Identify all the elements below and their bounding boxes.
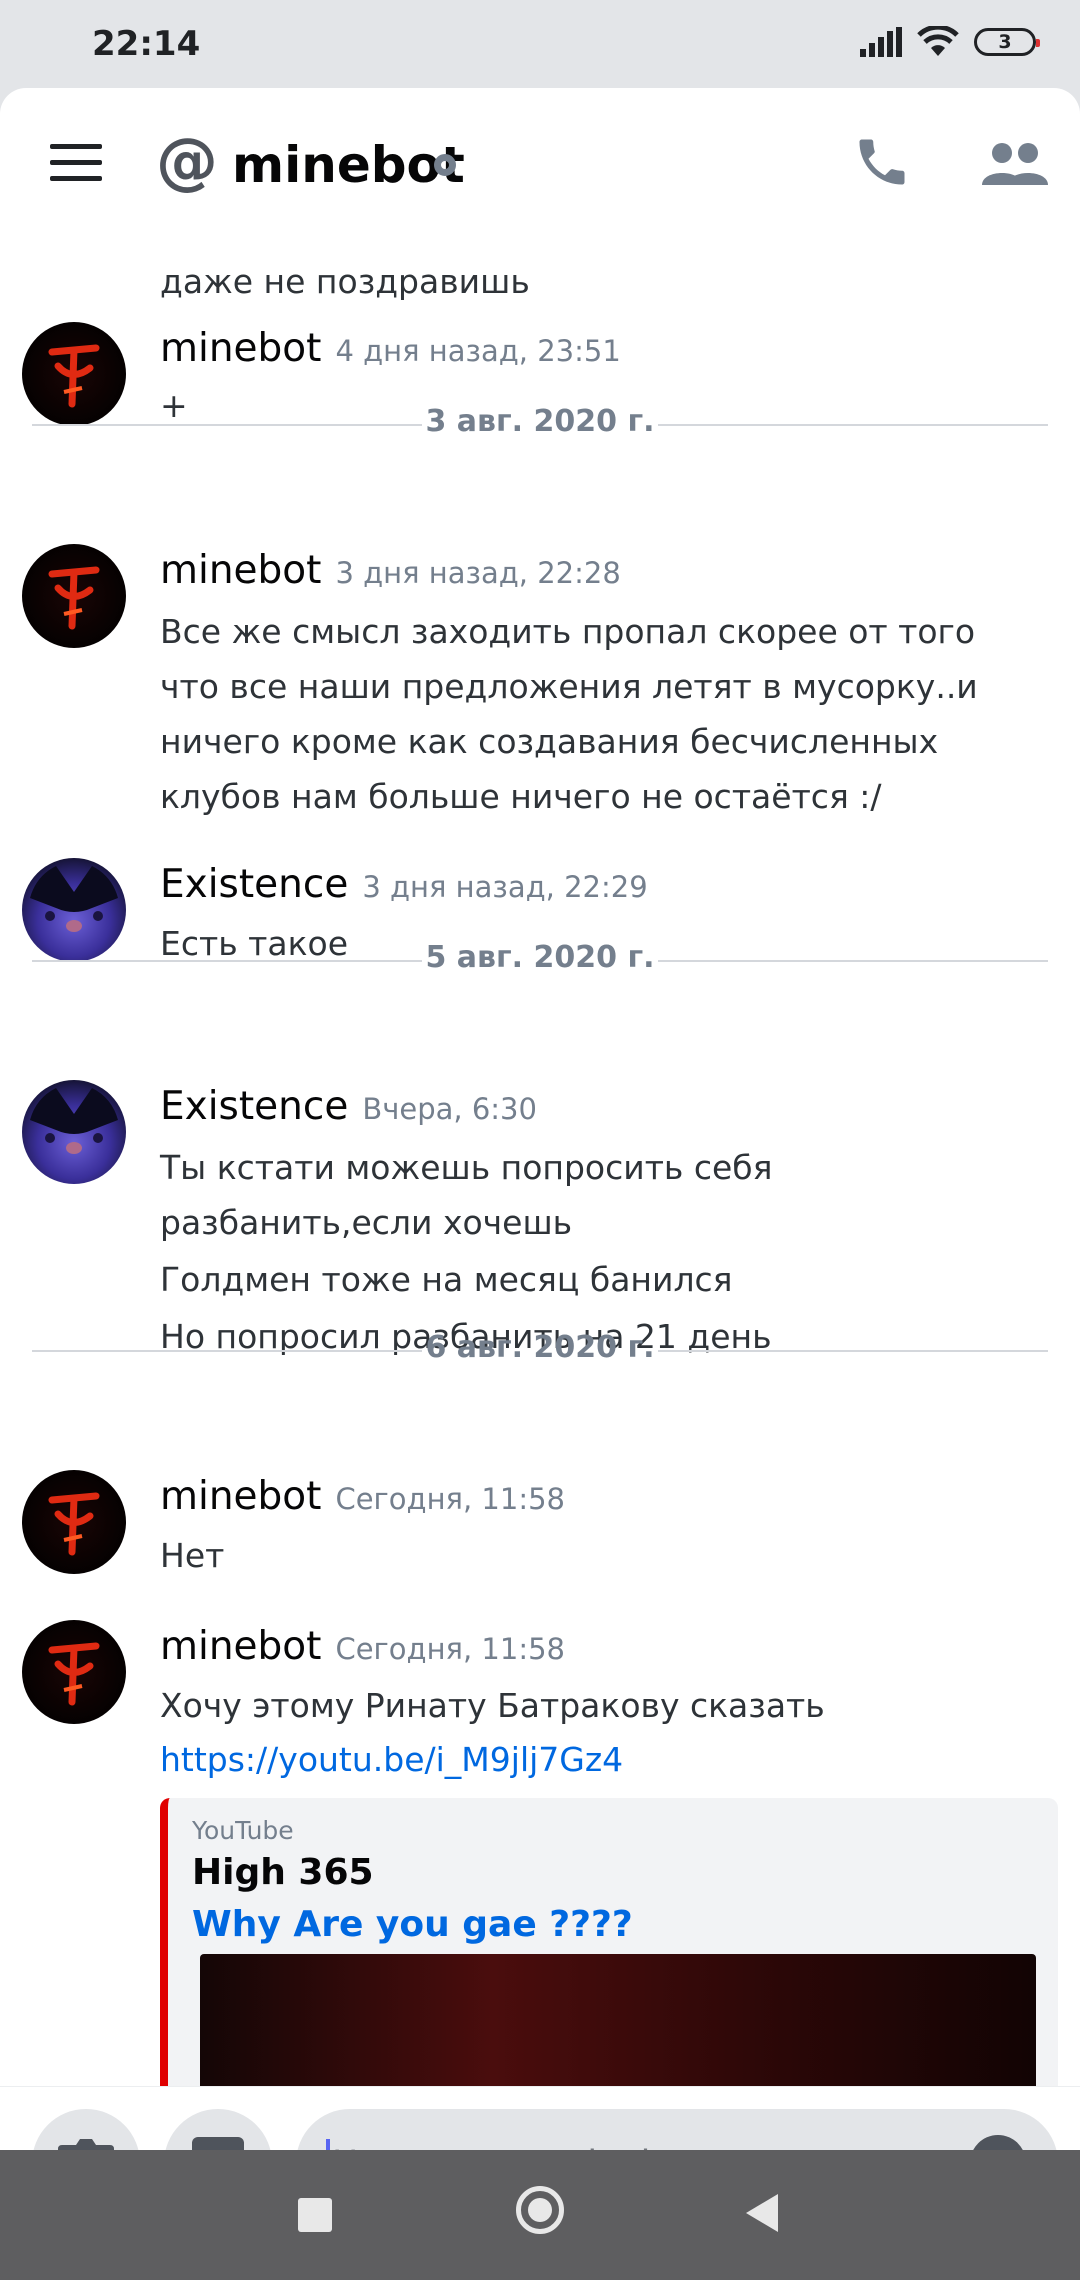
at-icon: @ (156, 124, 218, 197)
embed-title[interactable]: Why Are you gae ???? (192, 1904, 633, 1945)
minebot-logo-icon (48, 1642, 100, 1706)
camera-icon (58, 2139, 114, 2150)
minebot-logo-icon (48, 1492, 100, 1556)
offline-status-icon (434, 154, 456, 176)
message-author[interactable]: minebot 3 дня назад, 22:28 (160, 548, 621, 595)
menu-icon[interactable] (50, 144, 102, 184)
channel-title[interactable]: minebot (232, 138, 465, 193)
message-composer (0, 2086, 1080, 2150)
message-link-wrap: https://youtu.be/i_M9jlj7Gz4 (160, 1732, 1040, 1787)
message-timestamp: 3 дня назад, 22:28 (335, 556, 621, 590)
avatar[interactable] (22, 1620, 126, 1724)
phone-icon[interactable] (852, 132, 912, 192)
avatar[interactable] (22, 1080, 126, 1184)
gallery-button[interactable] (164, 2109, 272, 2150)
message-timestamp: Сегодня, 11:58 (335, 1632, 565, 1666)
message-text: даже не поздравишь (160, 262, 530, 301)
message-text: Все же смысл заходить пропал скорее от т… (160, 612, 978, 816)
avatar[interactable] (22, 1470, 126, 1574)
date-divider: 5 авг. 2020 г. (32, 940, 1048, 980)
system-nav-bar (0, 2150, 1080, 2280)
minebot-logo-icon (48, 566, 100, 630)
camera-button[interactable] (32, 2109, 140, 2150)
image-icon (192, 2137, 244, 2150)
back-button[interactable] (746, 2194, 778, 2232)
message-author[interactable]: Existence Вчера, 6:30 (160, 1084, 537, 1131)
message-text: Ты кстати можешь попросить себя разбанит… (160, 1148, 773, 1242)
message-timestamp: Вчера, 6:30 (362, 1092, 537, 1126)
message-timestamp: 4 дня назад, 23:51 (335, 334, 621, 368)
date-divider: 3 авг. 2020 г. (32, 404, 1048, 444)
author-name[interactable]: minebot (160, 1624, 321, 1669)
author-name[interactable]: Existence (160, 1084, 348, 1129)
message-timestamp: Сегодня, 11:58 (335, 1482, 565, 1516)
embed-provider[interactable]: YouTube (192, 1816, 294, 1845)
status-time: 22:14 (92, 24, 201, 64)
channel-header: @ minebot (0, 88, 1080, 244)
message-text: Голдмен тоже на месяц банился (160, 1260, 733, 1299)
avatar[interactable] (22, 544, 126, 648)
dm-screen: @ minebot даже не поздравишь minebot 4 дн… (0, 88, 1080, 2150)
date-divider-label: 3 авг. 2020 г. (425, 404, 655, 439)
battery-icon: 3 (974, 28, 1040, 56)
embed-video-thumbnail[interactable] (200, 1954, 1036, 2086)
signal-icon (860, 27, 902, 57)
members-icon[interactable] (982, 140, 1048, 190)
author-name[interactable]: Existence (160, 862, 348, 907)
wifi-icon (917, 26, 959, 56)
message-author[interactable]: minebot Сегодня, 11:58 (160, 1624, 565, 1671)
message-text: Хочу этому Ринату Батракову сказать (160, 1686, 825, 1725)
message-author[interactable]: minebot Сегодня, 11:58 (160, 1474, 565, 1521)
embed-author[interactable]: High 365 (192, 1852, 374, 1893)
message-timestamp: 3 дня назад, 22:29 (362, 870, 648, 904)
battery-level: 3 (998, 31, 1012, 53)
date-divider-label: 5 авг. 2020 г. (425, 940, 655, 975)
emoji-icon[interactable] (968, 2133, 1028, 2150)
author-name[interactable]: minebot (160, 548, 321, 593)
recents-button[interactable] (298, 2198, 332, 2232)
message-author[interactable]: minebot 4 дня назад, 23:51 (160, 326, 621, 373)
link-embed[interactable]: YouTube High 365 Why Are you gae ???? (160, 1798, 1058, 2086)
status-bar: 22:14 3 (0, 0, 1080, 88)
message-text: Нет (160, 1536, 225, 1575)
author-name[interactable]: minebot (160, 1474, 321, 1519)
author-name[interactable]: minebot (160, 326, 321, 371)
message-input[interactable] (330, 2135, 934, 2150)
message-input-wrap[interactable] (296, 2109, 1058, 2150)
message-list[interactable]: даже не поздравишь minebot 4 дня назад, 2… (0, 244, 1080, 2086)
message-author[interactable]: Existence 3 дня назад, 22:29 (160, 862, 648, 909)
cat-avatar-icon (30, 1088, 118, 1154)
home-button[interactable] (516, 2186, 564, 2234)
status-icons: 3 (860, 26, 1040, 58)
date-divider: 6 авг. 2020 г. (32, 1330, 1048, 1370)
date-divider-label: 6 авг. 2020 г. (425, 1330, 655, 1365)
message-link[interactable]: https://youtu.be/i_M9jlj7Gz4 (160, 1740, 623, 1779)
